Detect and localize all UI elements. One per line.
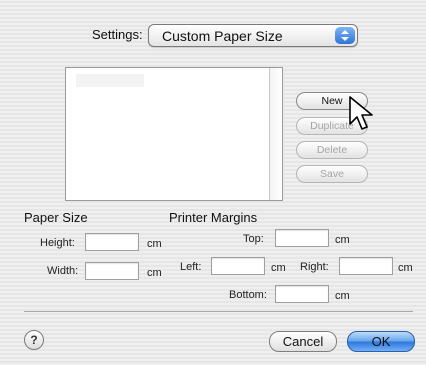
left-unit: cm [271, 262, 286, 274]
bottom-unit: cm [335, 290, 350, 302]
settings-label: Settings: [92, 27, 143, 42]
paper-size-list[interactable] [65, 67, 283, 201]
save-button[interactable]: Save [296, 165, 368, 183]
footer-divider [24, 311, 413, 312]
right-label: Right: [300, 261, 329, 273]
left-field[interactable] [211, 257, 265, 275]
paper-size-heading: Paper Size [24, 210, 88, 225]
settings-popup[interactable]: Custom Paper Size [148, 24, 358, 47]
top-unit: cm [335, 234, 350, 246]
width-unit: cm [147, 267, 162, 279]
settings-popup-value: Custom Paper Size [162, 28, 283, 44]
hand-pointer-icon [349, 96, 373, 130]
height-field[interactable] [85, 233, 139, 251]
printer-margins-heading: Printer Margins [169, 210, 258, 225]
help-icon[interactable]: ? [24, 330, 44, 350]
bottom-label: Bottom: [229, 289, 267, 301]
height-label: Height: [40, 237, 75, 249]
top-field[interactable] [275, 229, 329, 247]
width-field[interactable] [85, 262, 139, 280]
updown-arrows-icon [335, 27, 355, 44]
cancel-button[interactable]: Cancel [269, 331, 337, 352]
top-label: Top: [243, 233, 264, 245]
list-scrollbar[interactable] [269, 68, 282, 200]
ok-button[interactable]: OK [347, 331, 415, 352]
width-label: Width: [47, 265, 79, 277]
delete-button[interactable]: Delete [296, 141, 368, 159]
left-label: Left: [180, 261, 202, 273]
bottom-field[interactable] [275, 285, 329, 303]
right-field[interactable] [339, 257, 393, 275]
height-unit: cm [147, 238, 162, 250]
list-item[interactable] [76, 74, 144, 87]
right-unit: cm [398, 262, 413, 274]
